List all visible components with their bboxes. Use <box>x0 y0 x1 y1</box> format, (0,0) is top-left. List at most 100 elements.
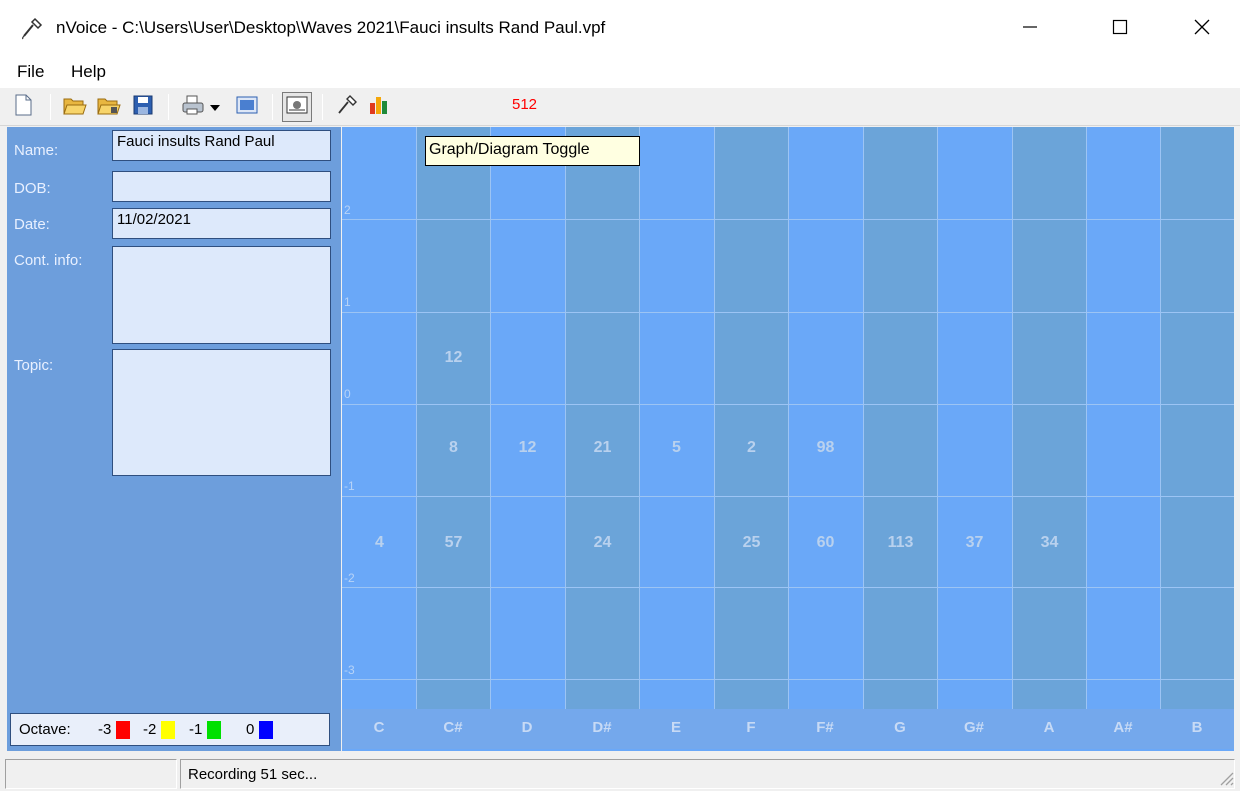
column-shade <box>864 127 938 709</box>
row-divider <box>342 496 1234 497</box>
octave-item-zero: 0 <box>246 721 273 740</box>
save-icon <box>133 95 153 120</box>
octave-legend: Octave: -3 -2 -1 0 <box>10 713 330 746</box>
maximize-icon <box>1112 19 1128 40</box>
octave-item-minus2: -2 <box>143 721 175 740</box>
toolbar-separator <box>168 94 169 120</box>
maximize-button[interactable] <box>1090 0 1150 58</box>
note-label-c: C <box>373 719 385 736</box>
row-divider <box>342 679 1234 680</box>
folder-icon <box>97 94 121 121</box>
diagram-cell-value: 8 <box>449 439 458 456</box>
grid-line <box>788 127 789 749</box>
diagram-cell-value: 37 <box>965 534 984 551</box>
toolbar: 512 <box>0 88 1240 126</box>
properties-button[interactable] <box>282 92 312 122</box>
folder-open-icon <box>63 94 87 121</box>
note-label-b: B <box>1191 719 1203 736</box>
contact-info-field[interactable] <box>112 246 331 344</box>
row-divider <box>342 404 1234 405</box>
view-button[interactable] <box>232 92 262 122</box>
dob-field[interactable] <box>112 171 331 202</box>
octave-item-label: -1 <box>189 721 203 738</box>
close-icon <box>1194 19 1210 40</box>
note-label-a-sharp: A# <box>1113 719 1133 736</box>
date-field[interactable]: 11/02/2021 <box>112 208 331 239</box>
column-shade <box>566 127 640 709</box>
tooltip: Graph/Diagram Toggle <box>425 136 640 166</box>
grid-line <box>937 127 938 749</box>
sample-counter: 512 <box>512 96 538 113</box>
menu-help[interactable]: Help <box>71 62 106 82</box>
diagram-cell-value: 2 <box>747 439 756 456</box>
grid-line <box>1012 127 1013 749</box>
printer-icon <box>181 94 205 121</box>
octave-row-label: -3 <box>344 663 355 677</box>
status-bar: Recording 51 sec... <box>0 756 1240 790</box>
dropdown-arrow-icon <box>210 98 220 116</box>
new-file-button[interactable] <box>8 92 38 122</box>
resize-grip-icon[interactable] <box>1218 770 1234 791</box>
toolbar-separator <box>272 94 273 120</box>
microphone-icon <box>336 94 358 121</box>
topic-field[interactable] <box>112 349 331 476</box>
diagram-cell-value: 12 <box>518 439 537 456</box>
save-button[interactable] <box>128 92 158 122</box>
window-title: nVoice - C:\Users\User\Desktop\Waves 202… <box>56 18 606 37</box>
print-dropdown-button[interactable] <box>204 92 226 122</box>
diagram-cell-value: 25 <box>742 534 761 551</box>
title-bar: nVoice - C:\Users\User\Desktop\Waves 202… <box>0 0 1240 58</box>
row-divider <box>342 587 1234 588</box>
window-icon <box>236 95 258 120</box>
row-divider <box>342 312 1234 313</box>
grid-line <box>863 127 864 749</box>
menu-file[interactable]: File <box>17 62 44 82</box>
octave-swatch-yellow <box>160 721 175 740</box>
record-button[interactable] <box>332 92 362 122</box>
diagram-cell-value: 4 <box>375 534 384 551</box>
note-diagram[interactable]: 2 1 0 -1 -2 -3 12 8 12 21 5 2 98 4 57 24… <box>342 127 1234 751</box>
octave-item-minus3: -3 <box>98 721 130 740</box>
graph-diagram-toggle-button[interactable] <box>364 92 394 122</box>
note-bar: C C# D D# E F F# G G# A A# B <box>342 709 1234 749</box>
minimize-button[interactable] <box>1000 0 1060 58</box>
octave-item-label: 0 <box>246 721 255 738</box>
grid-line <box>639 127 640 749</box>
diagram-cell-value: 57 <box>444 534 463 551</box>
toolbar-separator <box>50 94 51 120</box>
status-text: Recording 51 sec... <box>188 766 318 783</box>
note-label-c-sharp: C# <box>443 719 463 736</box>
column-shade <box>1161 127 1234 709</box>
close-button[interactable] <box>1172 0 1232 58</box>
grid-line <box>1086 127 1087 749</box>
dob-label: DOB: <box>14 180 51 197</box>
open-recent-button[interactable] <box>94 92 124 122</box>
column-shade <box>715 127 789 709</box>
note-label-e: E <box>670 719 681 736</box>
topic-label: Topic: <box>14 357 54 374</box>
octave-row-label: -2 <box>344 571 355 585</box>
microphone-icon <box>20 16 44 40</box>
diagram-cell-value: 113 <box>887 534 914 551</box>
details-panel: Name: Fauci insults Rand Paul DOB: Date:… <box>7 127 341 751</box>
column-shade <box>417 127 491 709</box>
minimize-icon <box>1022 19 1038 40</box>
octave-row-label: 1 <box>344 295 351 309</box>
toolbar-separator <box>322 94 323 120</box>
name-field[interactable]: Fauci insults Rand Paul <box>112 130 331 161</box>
contact-info-label: Cont. info: <box>14 252 83 269</box>
note-label-g: G <box>894 719 906 736</box>
octave-label: Octave: <box>19 721 71 738</box>
octave-item-label: -2 <box>143 721 157 738</box>
properties-icon <box>286 95 308 120</box>
column-shade <box>1013 127 1087 709</box>
open-file-button[interactable] <box>60 92 90 122</box>
grid-line <box>416 127 417 749</box>
note-label-d: D <box>521 719 533 736</box>
row-divider <box>342 219 1234 220</box>
octave-row-label: -1 <box>344 479 355 493</box>
diagram-cell-value: 34 <box>1040 534 1059 551</box>
note-label-f: F <box>746 719 756 736</box>
name-label: Name: <box>14 142 59 159</box>
status-pane-main <box>180 759 1235 789</box>
